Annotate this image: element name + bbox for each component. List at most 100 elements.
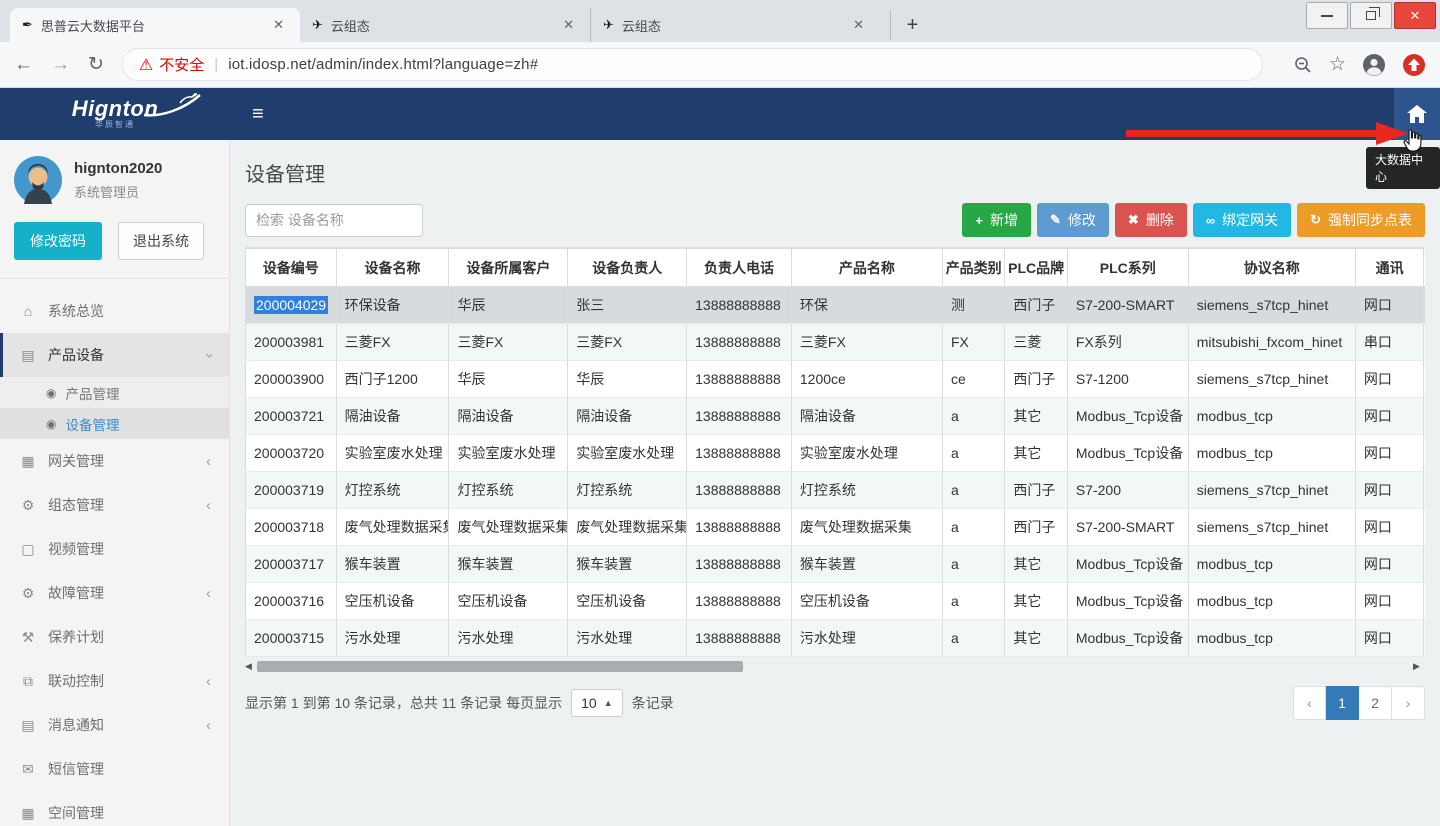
change-password-button[interactable]: 修改密码 <box>14 222 102 260</box>
删除-button[interactable]: ✖删除 <box>1115 203 1187 237</box>
sidebar-item-产品设备[interactable]: ▤产品设备‹ <box>0 333 229 377</box>
column-header-设备负责人: 设备负责人 <box>568 249 687 287</box>
cell: 13888888888 <box>687 620 792 657</box>
table-row[interactable]: 200003719灯控系统灯控系统灯控系统13888888888灯控系统a西门子… <box>246 472 1426 509</box>
browser-tab-2[interactable]: ✈ 云组态 ✕ <box>300 8 590 42</box>
cell: 串口 <box>1355 324 1423 361</box>
window-close-button[interactable]: ✕ <box>1394 2 1436 29</box>
table-row[interactable]: 200003900西门子1200华辰华辰138888888881200cece西… <box>246 361 1426 398</box>
sidebar-menu: ⌂系统总览▤产品设备‹◉产品管理◉设备管理▦网关管理‹⚙组态管理‹▢视频管理⚙故… <box>0 289 229 826</box>
table-row[interactable]: 200004029环保设备华辰张三13888888888环保测西门子S7-200… <box>246 287 1426 324</box>
pagination-summary: 显示第 1 到第 10 条记录，总共 11 条记录 每页显示 <box>245 693 562 713</box>
scroll-left-icon[interactable]: ◀ <box>245 661 257 672</box>
cell: a <box>942 583 1004 620</box>
cell: 废气处理数据采集 <box>568 509 687 546</box>
table-row[interactable]: 200003720实验室废水处理实验室废水处理实验室废水处理1388888888… <box>246 435 1426 472</box>
table-row[interactable]: 200003717猴车装置猴车装置猴车装置13888888888猴车装置a其它M… <box>246 546 1426 583</box>
envelope-icon: ✉ <box>18 761 38 778</box>
cell: 实验室废水处理 <box>449 435 568 472</box>
table-row[interactable]: 200003715污水处理污水处理污水处理13888888888污水处理a其它M… <box>246 620 1426 657</box>
cell: 猴车装置 <box>336 546 449 583</box>
hdd-icon: ▦ <box>18 805 38 822</box>
page-size-select[interactable]: 10 ▲ <box>571 689 623 717</box>
cell-spacer <box>1424 583 1425 620</box>
profile-icon[interactable] <box>1362 53 1386 77</box>
address-bar[interactable]: ⚠ 不安全 | iot.idosp.net/admin/index.html?l… <box>122 48 1263 81</box>
tab-close-icon[interactable]: ✕ <box>269 15 288 35</box>
sidebar-item-组态管理[interactable]: ⚙组态管理‹ <box>0 483 229 527</box>
绑定网关-button[interactable]: ∞绑定网关 <box>1193 203 1291 237</box>
sidebar-item-label: 短信管理 <box>48 759 104 779</box>
table-row[interactable]: 200003716空压机设备空压机设备空压机设备13888888888空压机设备… <box>246 583 1426 620</box>
monitor-icon: ▢ <box>18 541 38 558</box>
page-button-2[interactable]: 2 <box>1359 686 1392 720</box>
search-input[interactable] <box>245 204 423 237</box>
cell: 空压机设备 <box>568 583 687 620</box>
window-controls: ✕ <box>1306 2 1436 29</box>
submenu-item-设备管理[interactable]: ◉设备管理 <box>0 408 229 439</box>
cell: 200003717 <box>246 546 337 583</box>
reload-icon[interactable]: ↻ <box>88 53 104 76</box>
cell: 西门子 <box>1005 287 1067 324</box>
sidebar-item-网关管理[interactable]: ▦网关管理‹ <box>0 439 229 483</box>
cell: 灯控系统 <box>791 472 942 509</box>
zoom-out-icon[interactable] <box>1293 55 1313 75</box>
sidebar-item-label: 网关管理 <box>48 451 104 471</box>
sidebar-item-保养计划[interactable]: ⚒保养计划 <box>0 615 229 659</box>
browser-tab-1[interactable]: ✒ 思普云大数据平台 ✕ <box>10 8 300 42</box>
submenu-item-产品管理[interactable]: ◉产品管理 <box>0 377 229 408</box>
cell: 200003719 <box>246 472 337 509</box>
page-title: 设备管理 <box>245 158 1425 187</box>
新增-button[interactable]: +新增 <box>962 203 1031 237</box>
sidebar-item-空间管理[interactable]: ▦ 空间管理 <box>0 791 229 826</box>
cell: 张三 <box>568 287 687 324</box>
修改-button[interactable]: ✎修改 <box>1037 203 1109 237</box>
sidebar-item-系统总览[interactable]: ⌂系统总览 <box>0 289 229 333</box>
next-page-button[interactable]: › <box>1392 686 1425 720</box>
bookmark-star-icon[interactable]: ☆ <box>1329 53 1346 76</box>
page-button-1[interactable]: 1 <box>1326 686 1359 720</box>
cell: siemens_s7tcp_hinet <box>1188 472 1355 509</box>
sidebar-toggle-hamburger-icon[interactable]: ≡ <box>230 88 286 140</box>
window-minimize-button[interactable] <box>1306 2 1348 29</box>
cell: 网口 <box>1355 435 1423 472</box>
sitemap-icon: ⧉ <box>18 673 38 690</box>
tab-close-icon[interactable]: ✕ <box>849 15 868 35</box>
sidebar-item-联动控制[interactable]: ⧉联动控制‹ <box>0 659 229 703</box>
sidebar-item-故障管理[interactable]: ⚙故障管理‹ <box>0 571 229 615</box>
browser-update-icon[interactable] <box>1402 53 1426 77</box>
page-buttons: ‹12› <box>1293 686 1425 720</box>
cell: 污水处理 <box>568 620 687 657</box>
back-icon[interactable]: ← <box>14 54 33 76</box>
table-row[interactable]: 200003718废气处理数据采集废气处理数据采集废气处理数据采集1388888… <box>246 509 1426 546</box>
cell: 200003721 <box>246 398 337 435</box>
avatar <box>14 156 62 204</box>
big-data-center-home-button[interactable] <box>1394 88 1440 140</box>
sidebar-item-视频管理[interactable]: ▢视频管理 <box>0 527 229 571</box>
column-header-PLC系列: PLC系列 <box>1067 249 1188 287</box>
forward-icon[interactable]: → <box>51 54 70 76</box>
scrollbar-thumb[interactable] <box>257 661 743 672</box>
button-label: 绑定网关 <box>1222 210 1278 230</box>
sidebar-item-消息通知[interactable]: ▤消息通知‹ <box>0 703 229 747</box>
table-row[interactable]: 200003721隔油设备隔油设备隔油设备13888888888隔油设备a其它M… <box>246 398 1426 435</box>
chevron-left-icon: ‹ <box>206 717 211 734</box>
cell: siemens_s7tcp_hinet <box>1188 361 1355 398</box>
sidebar-item-label: 联动控制 <box>48 671 104 691</box>
sidebar-item-短信管理[interactable]: ✉ 短信管理 <box>0 747 229 791</box>
sidebar-item-label: 空间管理 <box>48 803 104 823</box>
强制同步点表-button[interactable]: ↻强制同步点表 <box>1297 203 1425 237</box>
scroll-right-icon[interactable]: ▶ <box>1413 661 1425 672</box>
table-row[interactable]: 200003981三菱FX三菱FX三菱FX13888888888三菱FXFX三菱… <box>246 324 1426 361</box>
logout-button[interactable]: 退出系统 <box>118 222 204 260</box>
tab-close-icon[interactable]: ✕ <box>559 15 578 35</box>
browser-tab-3[interactable]: ✈ 云组态 ✕ <box>590 8 880 42</box>
window-restore-button[interactable] <box>1350 2 1392 29</box>
cell: Modbus_Tcp设备 <box>1067 398 1188 435</box>
new-tab-button[interactable]: + <box>890 10 920 40</box>
dot-circle-icon: ◉ <box>46 386 56 400</box>
cell: 西门子1200 <box>336 361 449 398</box>
cell: 隔油设备 <box>568 398 687 435</box>
cell: 华辰 <box>449 287 568 324</box>
previous-page-button[interactable]: ‹ <box>1293 686 1326 720</box>
